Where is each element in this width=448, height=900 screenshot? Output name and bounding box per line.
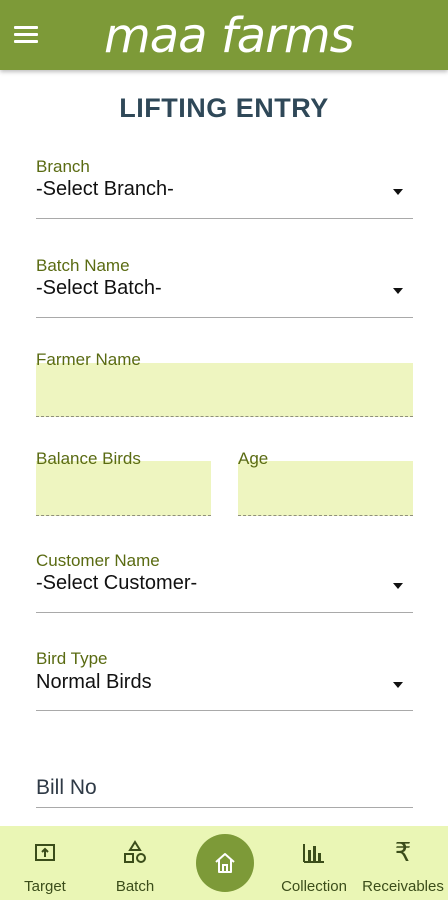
farmer-name-label: Farmer Name (36, 350, 141, 369)
page-title: LIFTING ENTRY (119, 93, 329, 123)
balance-birds-input[interactable] (36, 461, 211, 516)
bar-chart-icon (303, 844, 324, 863)
dropdown-arrow-icon (393, 682, 403, 688)
age-label: Age (238, 449, 269, 468)
branch-label: Branch (36, 157, 90, 176)
dropdown-arrow-icon (393, 288, 403, 294)
nav-home[interactable] (196, 834, 254, 892)
nav-target-label: Target (24, 878, 66, 895)
nav-receivables-label: Receivables (362, 878, 444, 895)
divider (36, 807, 413, 808)
bird-type-select-value: Normal Birds (36, 671, 152, 693)
balance-birds-label: Balance Birds (36, 449, 141, 468)
age-input[interactable] (238, 461, 413, 516)
batch-label: Batch Name (36, 256, 130, 275)
divider (36, 218, 413, 219)
divider (36, 317, 413, 318)
brand-logo: maa farms (104, 8, 355, 64)
customer-name-label: Customer Name (36, 551, 160, 570)
target-icon (35, 844, 55, 861)
nav-target[interactable]: Target (10, 826, 80, 900)
batch-select[interactable]: -Select Batch- (36, 277, 413, 307)
nav-collection[interactable]: Collection (272, 826, 356, 900)
customer-select-value: -Select Customer- (36, 572, 198, 594)
nav-batch[interactable]: Batch (100, 826, 170, 900)
bird-type-select[interactable]: Normal Birds (36, 671, 413, 701)
customer-select[interactable]: -Select Customer- (36, 572, 413, 602)
rupee-icon: ₹ (394, 838, 412, 868)
bottom-nav: Target Batch Collection ₹ Receivables (0, 826, 448, 900)
divider (36, 612, 413, 613)
app-bar: maa farms (0, 0, 448, 70)
nav-collection-label: Collection (281, 878, 347, 895)
divider (36, 710, 413, 711)
bill-no-input[interactable]: Bill No (36, 776, 97, 800)
nav-receivables[interactable]: ₹ Receivables (358, 826, 448, 900)
bird-type-label: Bird Type (36, 649, 108, 668)
branch-select-value: -Select Branch- (36, 178, 174, 200)
branch-select[interactable]: -Select Branch- (36, 178, 413, 208)
dropdown-arrow-icon (393, 583, 403, 589)
dropdown-arrow-icon (393, 189, 403, 195)
farmer-name-input[interactable] (36, 363, 413, 417)
batch-select-value: -Select Batch- (36, 277, 162, 299)
nav-batch-label: Batch (115, 878, 155, 895)
shapes-icon (124, 840, 146, 863)
home-icon (215, 853, 235, 873)
menu-icon[interactable] (12, 24, 40, 46)
